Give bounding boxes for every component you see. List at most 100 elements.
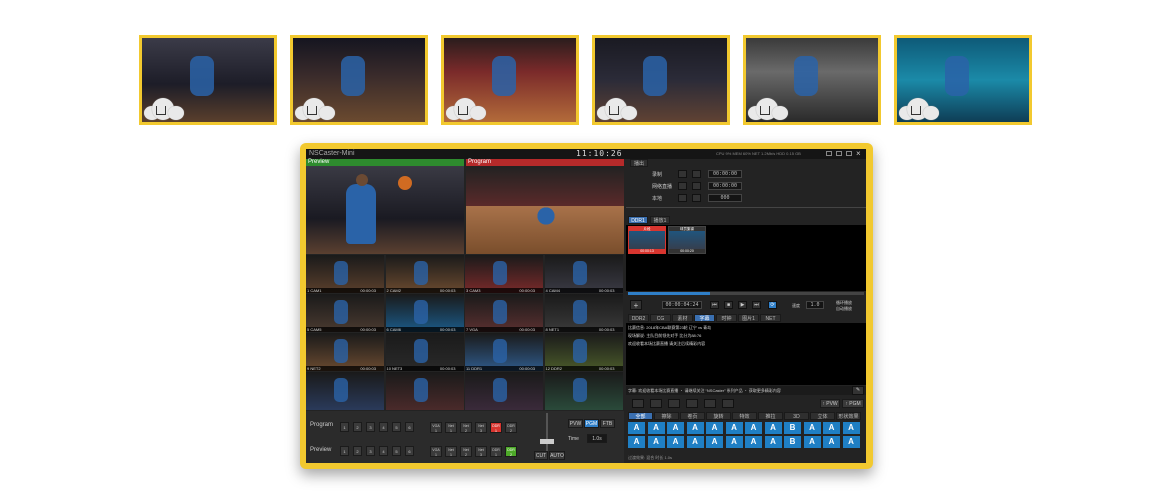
multiview-cell[interactable]: 3 CAM3 00:00:03	[465, 255, 543, 293]
program-button-5[interactable]: 5	[392, 422, 401, 432]
record-toggle-icon[interactable]	[678, 182, 687, 190]
add-clip-button[interactable]: +	[630, 300, 642, 310]
transition-effect-tile[interactable]: A	[803, 422, 821, 434]
transition-effect-tile[interactable]: A	[745, 436, 762, 448]
program-button-4[interactable]: 4	[379, 422, 388, 432]
transition-effect-tile[interactable]: A	[725, 422, 743, 434]
multiview-cell[interactable]: 5 CAM5 00:00:03	[306, 294, 384, 332]
effect-tab[interactable]: 旋转	[706, 412, 731, 420]
effect-tab[interactable]: 推拉	[758, 412, 783, 420]
maximize-icon[interactable]	[846, 151, 852, 156]
preview-source-net3[interactable]: Net 3	[475, 446, 487, 457]
transition-effect-tile[interactable]: A	[706, 436, 723, 448]
settings-icon[interactable]	[722, 399, 734, 408]
program-source-vga1[interactable]: VGA 1	[430, 422, 442, 433]
program-source-ddr2[interactable]: DDR 2	[505, 422, 517, 433]
preview-button-5[interactable]: 5	[392, 446, 401, 456]
to-pgm-button[interactable]: ↑ PGM	[842, 399, 864, 408]
transition-effect-tile[interactable]: A	[667, 436, 684, 448]
effect-tab[interactable]: 卷页	[680, 412, 705, 420]
record-icon[interactable]	[668, 399, 680, 408]
preview-source-ddr1[interactable]: DDR 1	[490, 446, 502, 457]
transition-effect-tile[interactable]: A	[803, 436, 821, 448]
subtitle-tab[interactable]: 字幕	[694, 314, 715, 322]
multiview-cell[interactable]: 10 NET3 00:00:03	[385, 333, 464, 371]
program-button-2[interactable]: 2	[353, 422, 362, 432]
preview-button-3[interactable]: 3	[366, 446, 375, 456]
effect-tab[interactable]: 特效	[732, 412, 757, 420]
program-source-net2[interactable]: Net 2	[460, 422, 472, 433]
multiview-cell[interactable]: 11 DDR1 00:00:03	[465, 333, 543, 371]
transition-effect-tile[interactable]: A	[745, 422, 762, 434]
settings-icon[interactable]	[826, 151, 832, 156]
multiview-cell[interactable]: 2 CAM2 00:00:03	[385, 255, 464, 293]
thumbnail-bench-celebration[interactable]	[743, 35, 881, 125]
subtitle-tab[interactable]: 素材	[672, 314, 693, 322]
transition-effect-tile[interactable]: A	[764, 436, 782, 448]
multiview-cell[interactable]: 7 VGA 00:00:03	[465, 294, 543, 332]
preview-source-ddr2[interactable]: DDR 2	[505, 446, 517, 457]
effect-tab[interactable]: 立体	[810, 412, 835, 420]
transition-effect-tile[interactable]: A	[628, 422, 645, 434]
subtitle-tab[interactable]: DDR2	[628, 314, 649, 322]
ddr-clip[interactable]: 球员集锦 00:00:20	[668, 226, 706, 254]
transition-effect-tile[interactable]: A	[628, 436, 645, 448]
record-toggle-icon[interactable]	[678, 194, 687, 202]
thumbnail-player-layup[interactable]	[592, 35, 730, 125]
edit-icon[interactable]: ✎	[852, 386, 864, 395]
preview-source-net2[interactable]: Net 2	[460, 446, 472, 457]
stop-icon[interactable]: ■	[724, 301, 733, 309]
subtitle-tab[interactable]: NET	[760, 314, 781, 322]
program-button-6[interactable]: 6	[405, 422, 414, 432]
cut-button[interactable]: CUT	[534, 451, 548, 460]
effect-tab[interactable]: 3D	[784, 412, 809, 420]
thumbnail-team-poster[interactable]	[894, 35, 1032, 125]
multiview-cell[interactable]: 4 CAM4 00:00:03	[544, 255, 623, 293]
transition-effect-tile[interactable]: A	[725, 436, 743, 448]
effect-tab[interactable]: 形状效果	[836, 412, 861, 420]
multiview-cell[interactable]: 9 NET2 00:00:03	[306, 333, 384, 371]
subtitle-tab[interactable]: 图片1	[738, 314, 759, 322]
multiview-cell[interactable]: 12 DDR2 00:00:03	[544, 333, 623, 371]
preview-button-6[interactable]: 6	[405, 446, 414, 456]
transition-effect-tile[interactable]: B	[784, 436, 801, 448]
brush-icon[interactable]	[650, 399, 662, 408]
ddr-tab[interactable]: DDR1	[628, 216, 648, 224]
transition-effect-tile[interactable]: A	[706, 422, 723, 434]
transition-effect-tile[interactable]: A	[823, 422, 840, 434]
play-icon[interactable]: ▶	[738, 301, 747, 309]
record-settings-icon[interactable]	[692, 194, 701, 202]
ddr-tab[interactable]: 播放1	[650, 216, 670, 224]
program-source-ddr1[interactable]: DDR 1	[490, 422, 502, 433]
thumbnail-player-shooting[interactable]	[139, 35, 277, 125]
multiview-cell[interactable]	[465, 372, 543, 410]
subtitle-tab[interactable]: CG	[650, 314, 671, 322]
next-icon[interactable]: ⏭	[752, 301, 761, 309]
record-settings-icon[interactable]	[692, 182, 701, 190]
tab-broadcast[interactable]: 播出	[630, 159, 648, 167]
multiview-cell[interactable]	[306, 372, 384, 410]
multiview-cell[interactable]	[544, 372, 623, 410]
time-value[interactable]: 1.0s	[587, 434, 607, 443]
download-cloud-icon[interactable]	[446, 98, 486, 120]
program-monitor[interactable]	[466, 166, 624, 254]
preview-button-1[interactable]: 1	[340, 446, 349, 456]
multiview-cell[interactable]: 8 NET1 00:00:03	[544, 294, 623, 332]
import-icon[interactable]	[632, 399, 644, 408]
multiview-cell[interactable]: 6 CAM6 00:00:03	[385, 294, 464, 332]
preview-source-vga1[interactable]: VGA 1	[430, 446, 442, 457]
pvw-button[interactable]: PVW	[568, 419, 583, 428]
download-cloud-icon[interactable]	[295, 98, 335, 120]
program-source-net1[interactable]: Net 1	[445, 422, 457, 433]
download-cloud-icon[interactable]	[899, 98, 939, 120]
multiview-cell[interactable]	[385, 372, 464, 410]
download-cloud-icon[interactable]	[144, 98, 184, 120]
preview-source-net1[interactable]: Net 1	[445, 446, 457, 457]
transition-effect-tile[interactable]: A	[667, 422, 684, 434]
preview-button-2[interactable]: 2	[353, 446, 362, 456]
transition-effect-tile[interactable]: A	[842, 436, 860, 448]
program-source-net3[interactable]: Net 3	[475, 422, 487, 433]
loop-icon[interactable]: ⟳	[768, 301, 777, 309]
prev-icon[interactable]: ⏮	[710, 301, 719, 309]
download-cloud-icon[interactable]	[748, 98, 788, 120]
